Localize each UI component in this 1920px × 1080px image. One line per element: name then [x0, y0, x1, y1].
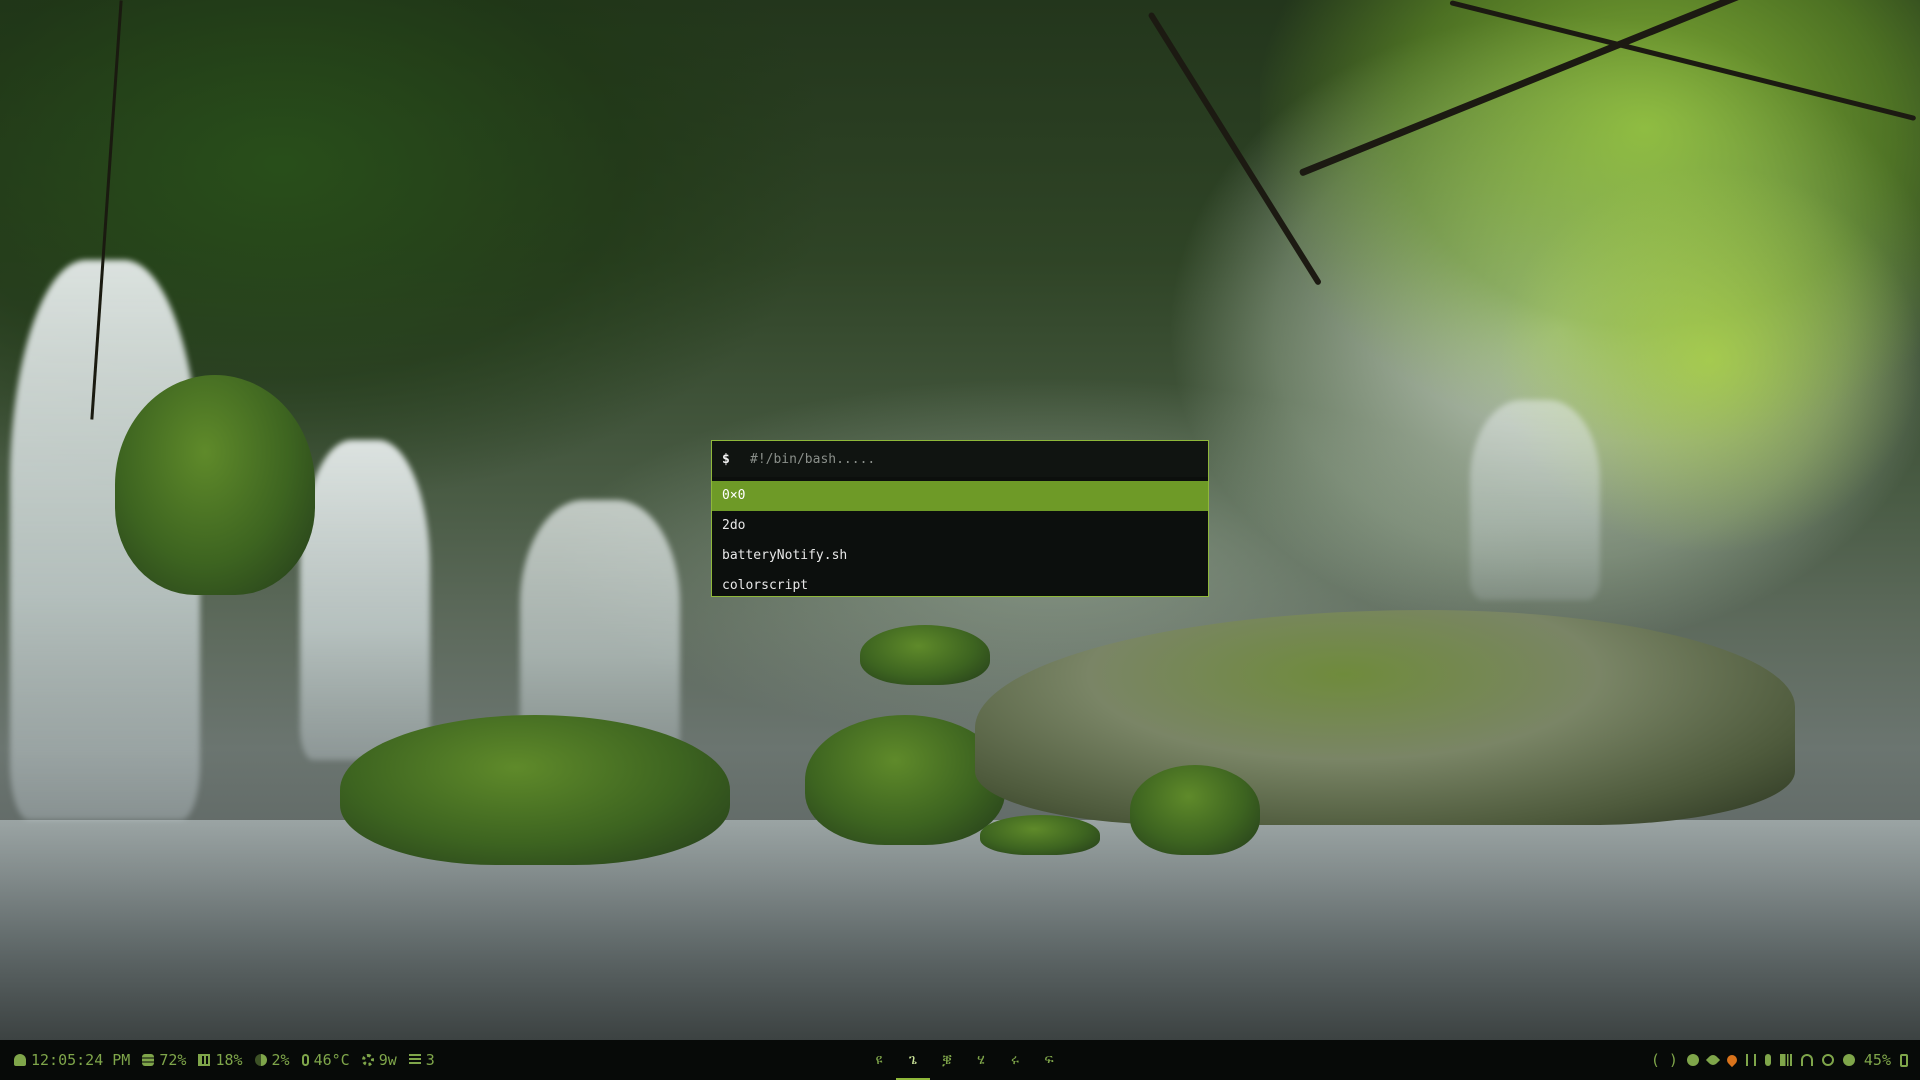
fire-icon[interactable] — [1724, 1052, 1739, 1068]
clock-module[interactable]: 12:05:24 PM — [14, 1051, 130, 1069]
launcher-result-item[interactable]: batteryNotify.sh — [712, 541, 1208, 571]
memory-module[interactable]: 18% — [198, 1051, 243, 1069]
memory-usage: 18% — [215, 1051, 243, 1069]
wallpaper-mossy-rock — [980, 815, 1100, 855]
wallpaper-waterfall — [300, 440, 430, 760]
battery-icon[interactable] — [1900, 1053, 1908, 1067]
bluetooth-icon[interactable] — [1745, 1054, 1756, 1066]
thermometer-icon — [301, 1054, 309, 1066]
temperature-module[interactable]: 46°C — [301, 1051, 350, 1069]
database-icon — [142, 1054, 155, 1066]
bracket-open: ( — [1650, 1051, 1660, 1069]
wallpaper-mossy-rock — [1130, 765, 1260, 855]
memory-chip-icon — [198, 1054, 211, 1066]
status-bar-left: 12:05:24 PM 72% 18% 2% 46°C 9w 3 — [14, 1040, 435, 1080]
wallpaper-mossy-rock — [115, 375, 315, 595]
workspace-4[interactable]: ሄ — [964, 1040, 998, 1080]
system-tray: ( ) 45% — [1651, 1040, 1908, 1080]
power-module[interactable]: 9w — [361, 1051, 397, 1069]
app-launcher: $ #!/bin/bash..... 0×0 2do batteryNotify… — [711, 440, 1209, 597]
list-icon — [408, 1054, 421, 1066]
cpu-module[interactable]: 2% — [254, 1051, 290, 1069]
workspace-3[interactable]: ቜ — [930, 1040, 964, 1080]
workspace-5[interactable]: ሩ — [998, 1040, 1032, 1080]
launcher-result-item[interactable]: 0×0 — [712, 481, 1208, 511]
cpu-pie-icon — [254, 1054, 267, 1066]
temperature-value: 46°C — [313, 1051, 350, 1069]
launcher-search-input[interactable]: #!/bin/bash..... — [750, 452, 875, 467]
eye-off-icon[interactable] — [1705, 1052, 1720, 1068]
launcher-result-item[interactable]: 2do — [712, 511, 1208, 541]
launcher-result-item[interactable]: colorscript — [712, 571, 1208, 601]
launcher-prompt: $ — [722, 451, 730, 467]
wallpaper-waterfall — [1470, 400, 1600, 600]
workspace-1[interactable]: ዩ — [862, 1040, 896, 1080]
disk-module[interactable]: 72% — [142, 1051, 186, 1069]
workspace-switcher: ዩ ጌ ቜ ሄ ሩ ፍ — [862, 1040, 1066, 1080]
record-dot-icon[interactable] — [1686, 1054, 1699, 1066]
workspace-6[interactable]: ፍ — [1032, 1040, 1066, 1080]
power-value: 9w — [378, 1051, 397, 1069]
speaker-icon[interactable] — [1779, 1054, 1792, 1066]
check-circle-icon[interactable] — [1842, 1054, 1855, 1066]
launcher-results: 0×0 2do batteryNotify.sh colorscript — [712, 481, 1208, 601]
disk-usage: 72% — [159, 1051, 187, 1069]
bracket-close: ) — [1668, 1051, 1678, 1069]
status-bar: 12:05:24 PM 72% 18% 2% 46°C 9w 3 ዩ ጌ ቜ ሄ… — [0, 1040, 1920, 1080]
gear-icon — [361, 1054, 374, 1066]
cpu-usage: 2% — [271, 1051, 290, 1069]
globe-icon[interactable] — [1821, 1054, 1834, 1066]
ghost-icon — [14, 1054, 26, 1066]
workspace-2[interactable]: ጌ — [896, 1040, 930, 1080]
microphone-icon[interactable] — [1764, 1054, 1771, 1066]
wallpaper-mossy-rock — [860, 625, 990, 685]
battery-percentage[interactable]: 45% — [1864, 1051, 1891, 1069]
launcher-search-field[interactable]: $ #!/bin/bash..... — [712, 441, 1208, 477]
wallpaper-boulder — [975, 610, 1795, 825]
clock-text: 12:05:24 PM — [31, 1051, 131, 1069]
tasks-module[interactable]: 3 — [408, 1051, 435, 1069]
tasks-count: 3 — [425, 1051, 435, 1069]
wifi-icon[interactable] — [1800, 1054, 1813, 1066]
wallpaper-river — [0, 820, 1920, 1040]
wallpaper-mossy-rock — [340, 715, 730, 865]
